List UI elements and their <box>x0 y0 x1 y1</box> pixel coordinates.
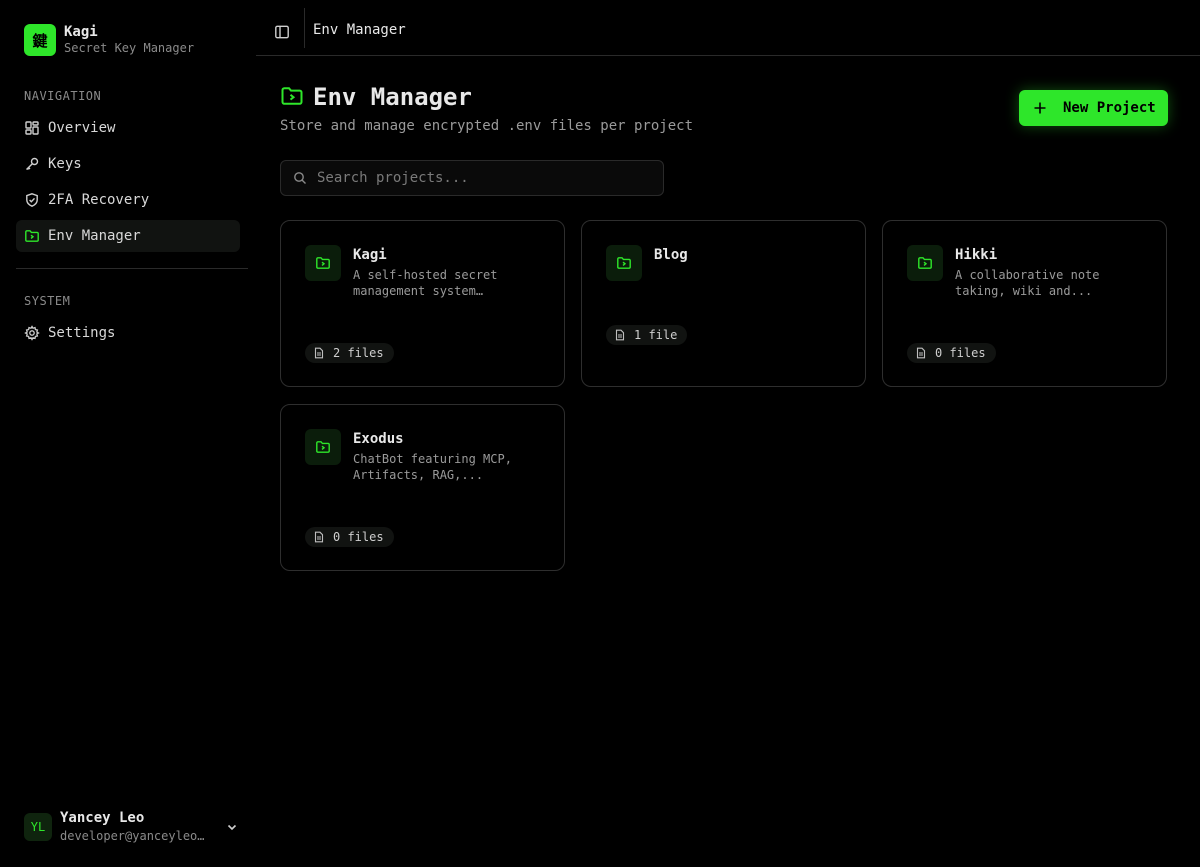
top-bar: Env Manager <box>256 0 1200 56</box>
project-name: Exodus <box>353 431 404 447</box>
header-divider <box>304 8 305 48</box>
project-card-hikki[interactable]: Hikki A collaborative note taking, wiki … <box>882 220 1167 387</box>
file-count: 2 files <box>333 346 384 360</box>
project-name: Hikki <box>955 247 998 263</box>
file-icon <box>614 329 626 341</box>
user-menu[interactable]: YL Yancey Leo developer@yanceyleo.com <box>24 810 240 844</box>
sidebar-item-label: Settings <box>48 325 116 341</box>
sidebar-item-label: Overview <box>48 120 116 136</box>
search-input[interactable] <box>317 170 647 186</box>
file-count: 0 files <box>935 346 986 360</box>
project-name: Kagi <box>353 247 387 263</box>
project-description: ChatBot featuring MCP, Artifacts, RAG,..… <box>353 452 512 482</box>
breadcrumb: Env Manager <box>313 22 406 38</box>
project-card-kagi[interactable]: Kagi A self-hosted secret management sys… <box>280 220 565 387</box>
folder-icon <box>24 228 40 244</box>
brand[interactable]: 鍵 Kagi Secret Key Manager <box>24 24 194 56</box>
file-count-badge: 0 files <box>907 343 996 363</box>
page-subtitle: Store and manage encrypted .env files pe… <box>280 118 694 134</box>
plus-icon <box>1033 101 1047 115</box>
dashboard-icon <box>24 120 40 136</box>
file-icon <box>313 347 325 359</box>
search-icon <box>293 171 307 185</box>
sidebar: 鍵 Kagi Secret Key Manager NAVIGATION Ove… <box>0 0 256 867</box>
file-icon <box>313 531 325 543</box>
folder-icon <box>305 429 341 465</box>
sidebar-item-env-manager[interactable]: Env Manager <box>16 220 240 252</box>
project-description: A collaborative note taking, wiki and... <box>955 268 1100 298</box>
search-box[interactable] <box>280 160 664 196</box>
shield-check-icon <box>24 192 40 208</box>
new-project-button[interactable]: New Project <box>1019 90 1168 126</box>
file-count: 0 files <box>333 530 384 544</box>
system-section-label: SYSTEM <box>24 294 71 308</box>
folder-icon <box>606 245 642 281</box>
new-project-label: New Project <box>1063 100 1156 116</box>
project-card-blog[interactable]: Blog 1 file <box>581 220 866 387</box>
sidebar-item-label: Keys <box>48 156 82 172</box>
sidebar-item-label: Env Manager <box>48 228 141 244</box>
brand-subtitle: Secret Key Manager <box>64 41 195 55</box>
file-count-badge: 2 files <box>305 343 394 363</box>
file-count: 1 file <box>634 328 678 342</box>
file-count-badge: 1 file <box>606 325 688 345</box>
sidebar-item-settings[interactable]: Settings <box>16 317 240 349</box>
gear-icon <box>24 325 40 341</box>
project-card-exodus[interactable]: Exodus ChatBot featuring MCP, Artifacts,… <box>280 404 565 571</box>
file-icon <box>915 347 927 359</box>
chevron-down-icon[interactable] <box>224 819 240 835</box>
file-count-badge: 0 files <box>305 527 394 547</box>
sidebar-item-label: 2FA Recovery <box>48 192 150 208</box>
project-name: Blog <box>654 247 688 263</box>
folder-icon <box>280 84 304 108</box>
folder-icon <box>305 245 341 281</box>
user-name: Yancey Leo <box>60 810 145 826</box>
brand-name: Kagi <box>64 24 98 40</box>
key-icon <box>24 156 40 172</box>
folder-icon <box>907 245 943 281</box>
sidebar-divider <box>16 268 248 269</box>
user-email: developer@yanceyleo.com <box>60 829 210 843</box>
sidebar-toggle-icon[interactable] <box>272 22 292 42</box>
sidebar-item-keys[interactable]: Keys <box>16 148 240 180</box>
navigation-section-label: NAVIGATION <box>24 89 102 103</box>
sidebar-item-overview[interactable]: Overview <box>16 112 240 144</box>
brand-logo: 鍵 <box>24 24 56 56</box>
project-description: A self-hosted secret management system f… <box>353 268 498 298</box>
sidebar-item-2fa-recovery[interactable]: 2FA Recovery <box>16 184 240 216</box>
avatar: YL <box>24 813 52 841</box>
page-title: Env Manager <box>313 83 472 111</box>
